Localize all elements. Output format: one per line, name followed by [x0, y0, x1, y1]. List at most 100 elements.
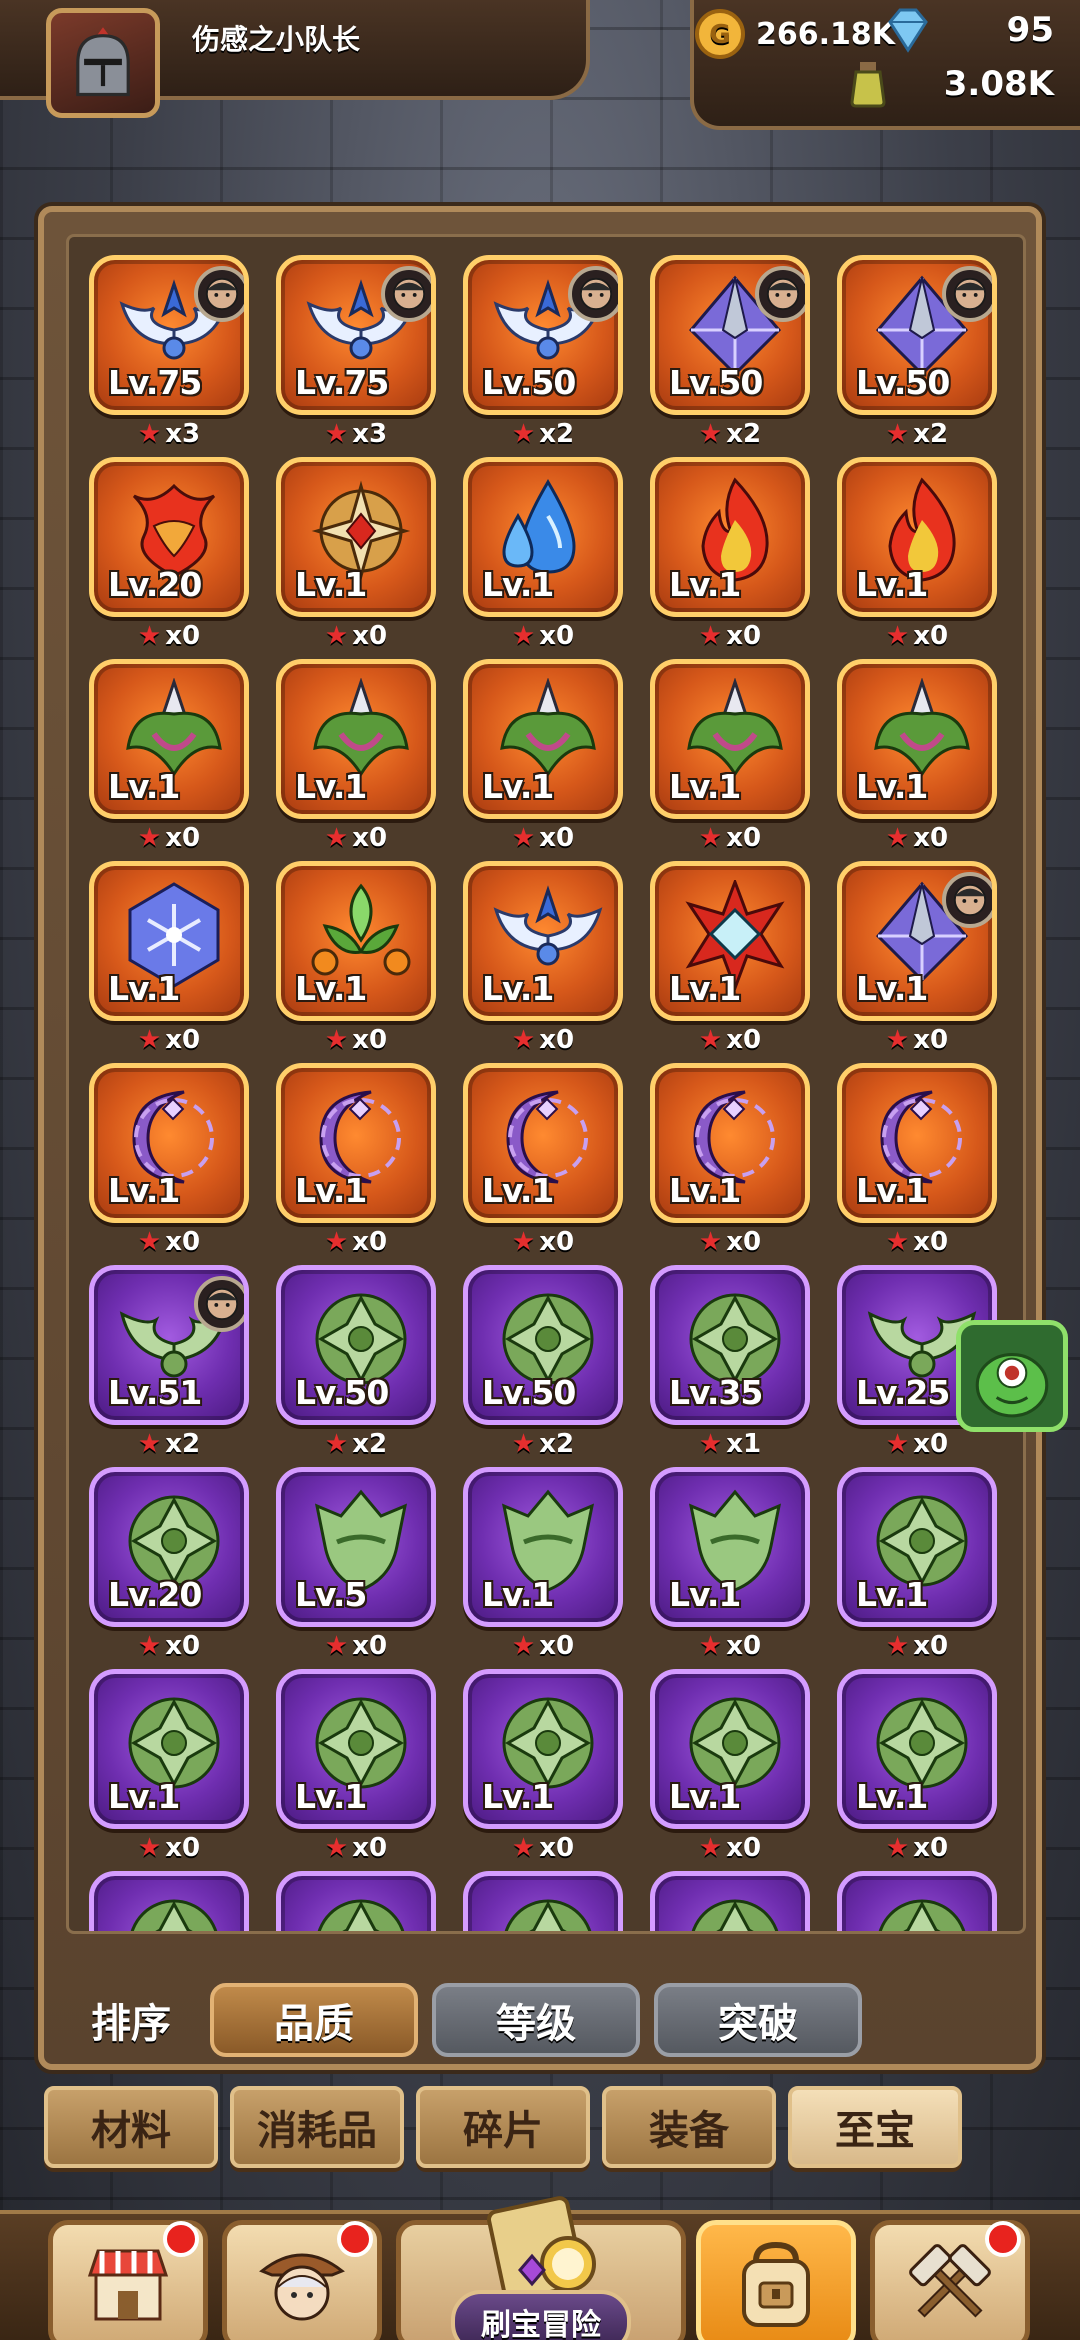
item-cell[interactable]: Lv.50 ★ x2: [837, 255, 997, 449]
item-cell[interactable]: Lv.1 ★ x0: [463, 457, 623, 651]
item-cell[interactable]: [837, 1871, 997, 1931]
item-card[interactable]: Lv.75: [89, 255, 249, 415]
item-cell[interactable]: Lv.1 ★ x0: [837, 659, 997, 853]
item-card[interactable]: Lv.1: [89, 861, 249, 1021]
item-cell[interactable]: Lv.50 ★ x2: [463, 1265, 623, 1459]
item-card[interactable]: [837, 1871, 997, 1931]
item-card[interactable]: Lv.1: [837, 659, 997, 819]
item-cell[interactable]: Lv.50 ★ x2: [276, 1265, 436, 1459]
item-cell[interactable]: [463, 1871, 623, 1931]
item-cell[interactable]: Lv.1 ★ x0: [650, 1669, 810, 1863]
item-cell[interactable]: Lv.1 ★ x0: [89, 861, 249, 1055]
tab-fragments[interactable]: 碎片: [416, 2086, 590, 2168]
item-card[interactable]: Lv.1: [650, 659, 810, 819]
player-avatar[interactable]: [46, 8, 160, 118]
item-cell[interactable]: [650, 1871, 810, 1931]
item-card[interactable]: Lv.1: [276, 659, 436, 819]
nav-bag-button[interactable]: [696, 2220, 856, 2340]
item-cell[interactable]: Lv.20 ★ x0: [89, 457, 249, 651]
item-cell[interactable]: [276, 1871, 436, 1931]
item-card[interactable]: Lv.1: [89, 659, 249, 819]
item-cell[interactable]: Lv.35 ★ x1: [650, 1265, 810, 1459]
item-card[interactable]: Lv.1: [837, 457, 997, 617]
item-card[interactable]: Lv.1: [650, 1063, 810, 1223]
item-card[interactable]: Lv.75: [276, 255, 436, 415]
tab-equipment[interactable]: 装备: [602, 2086, 776, 2168]
item-card[interactable]: Lv.20: [89, 1467, 249, 1627]
item-card[interactable]: Lv.1: [463, 457, 623, 617]
item-cell[interactable]: [89, 1871, 249, 1931]
item-cell[interactable]: Lv.1 ★ x0: [837, 1669, 997, 1863]
item-cell[interactable]: Lv.1 ★ x0: [89, 659, 249, 853]
item-cell[interactable]: Lv.1 ★ x0: [463, 659, 623, 853]
item-cell[interactable]: Lv.1 ★ x0: [276, 457, 436, 651]
item-cell[interactable]: Lv.20 ★ x0: [89, 1467, 249, 1661]
item-cell[interactable]: Lv.1 ★ x0: [837, 457, 997, 651]
floating-monster-button[interactable]: [956, 1320, 1068, 1432]
item-card[interactable]: Lv.1: [276, 1669, 436, 1829]
nav-forge-button[interactable]: [870, 2220, 1030, 2340]
item-card[interactable]: Lv.1: [276, 861, 436, 1021]
item-card[interactable]: Lv.1: [89, 1669, 249, 1829]
item-cell[interactable]: Lv.51 ★ x2: [89, 1265, 249, 1459]
item-card[interactable]: [276, 1871, 436, 1931]
item-cell[interactable]: Lv.1 ★ x0: [650, 457, 810, 651]
item-card[interactable]: Lv.51: [89, 1265, 249, 1425]
nav-shop-button[interactable]: [48, 2220, 208, 2340]
item-cell[interactable]: Lv.1 ★ x0: [650, 861, 810, 1055]
item-card[interactable]: Lv.1: [650, 1669, 810, 1829]
item-card[interactable]: [650, 1871, 810, 1931]
item-card[interactable]: Lv.1: [650, 457, 810, 617]
tab-treasures[interactable]: 至宝: [788, 2086, 962, 2168]
item-card[interactable]: Lv.1: [276, 457, 436, 617]
item-card[interactable]: Lv.1: [837, 1467, 997, 1627]
item-cell[interactable]: Lv.75 ★ x3: [276, 255, 436, 449]
item-card[interactable]: Lv.1: [276, 1063, 436, 1223]
item-cell[interactable]: Lv.1 ★ x0: [837, 1467, 997, 1661]
item-card[interactable]: Lv.50: [650, 255, 810, 415]
item-cell[interactable]: Lv.1 ★ x0: [463, 1669, 623, 1863]
item-card[interactable]: Lv.1: [650, 861, 810, 1021]
item-cell[interactable]: Lv.1 ★ x0: [837, 1063, 997, 1257]
sort-quality-button[interactable]: 品质: [210, 1983, 418, 2057]
nav-hero-button[interactable]: [222, 2220, 382, 2340]
sort-breakthrough-button[interactable]: 突破: [654, 1983, 862, 2057]
potion-counter[interactable]: 3.08K: [850, 62, 1054, 108]
item-card[interactable]: Lv.1: [463, 1669, 623, 1829]
item-grid-scroll[interactable]: Lv.75 ★ x3 Lv.75 ★ x3 Lv.50 ★ x2 Lv.50 ★…: [66, 234, 1026, 1934]
item-card[interactable]: Lv.35: [650, 1265, 810, 1425]
item-cell[interactable]: Lv.1 ★ x0: [837, 861, 997, 1055]
item-card[interactable]: Lv.1: [837, 1669, 997, 1829]
item-cell[interactable]: Lv.50 ★ x2: [463, 255, 623, 449]
item-cell[interactable]: Lv.75 ★ x3: [89, 255, 249, 449]
item-cell[interactable]: Lv.1 ★ x0: [276, 659, 436, 853]
item-cell[interactable]: Lv.1 ★ x0: [650, 1467, 810, 1661]
sort-level-button[interactable]: 等级: [432, 1983, 640, 2057]
tab-consumables[interactable]: 消耗品: [230, 2086, 404, 2168]
item-cell[interactable]: Lv.1 ★ x0: [463, 1063, 623, 1257]
item-card[interactable]: Lv.50: [276, 1265, 436, 1425]
treasure-adventure[interactable]: 刷宝冒险: [396, 2194, 686, 2340]
item-card[interactable]: Lv.1: [463, 659, 623, 819]
item-card[interactable]: [463, 1871, 623, 1931]
item-cell[interactable]: Lv.50 ★ x2: [650, 255, 810, 449]
item-cell[interactable]: Lv.1 ★ x0: [276, 1669, 436, 1863]
item-card[interactable]: Lv.50: [837, 255, 997, 415]
item-cell[interactable]: Lv.1 ★ x0: [89, 1669, 249, 1863]
item-cell[interactable]: Lv.5 ★ x0: [276, 1467, 436, 1661]
item-cell[interactable]: Lv.1 ★ x0: [463, 861, 623, 1055]
item-card[interactable]: Lv.1: [837, 861, 997, 1021]
gem-counter[interactable]: 95: [888, 8, 1054, 53]
item-cell[interactable]: Lv.1 ★ x0: [276, 861, 436, 1055]
item-card[interactable]: Lv.50: [463, 1265, 623, 1425]
item-card[interactable]: Lv.1: [463, 1467, 623, 1627]
item-card[interactable]: [89, 1871, 249, 1931]
item-card[interactable]: Lv.1: [837, 1063, 997, 1223]
item-cell[interactable]: Lv.1 ★ x0: [463, 1467, 623, 1661]
item-card[interactable]: Lv.50: [463, 255, 623, 415]
item-cell[interactable]: Lv.1 ★ x0: [650, 659, 810, 853]
item-cell[interactable]: Lv.1 ★ x0: [89, 1063, 249, 1257]
item-card[interactable]: Lv.1: [463, 1063, 623, 1223]
item-card[interactable]: Lv.1: [89, 1063, 249, 1223]
item-card[interactable]: Lv.20: [89, 457, 249, 617]
